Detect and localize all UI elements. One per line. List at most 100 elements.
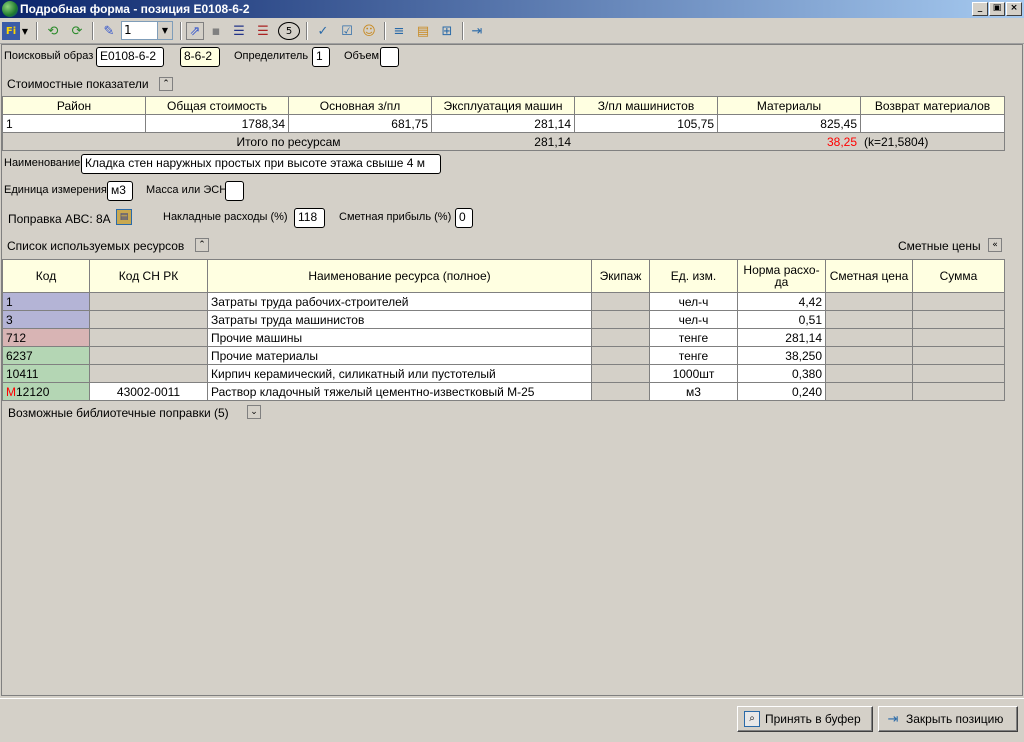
res-unit-cell[interactable]: тенге xyxy=(649,346,738,365)
res-name-cell[interactable]: Кирпич керамический, силикатный или пуст… xyxy=(207,364,592,383)
res-sum-cell[interactable] xyxy=(912,328,1005,347)
res-sum-cell[interactable] xyxy=(912,292,1005,311)
cost-data-row[interactable]: 1 1788,34 681,75 281,14 105,75 825,45 xyxy=(2,114,1005,133)
res-col-header[interactable]: Ед. изм. xyxy=(649,259,738,293)
cost-cell[interactable]: 281,14 xyxy=(431,114,575,133)
database-icon[interactable]: ≡ xyxy=(390,22,408,40)
profit-field[interactable]: 0 xyxy=(455,208,473,228)
cost-cell[interactable] xyxy=(860,114,1005,133)
chevron-down-icon[interactable]: ▼ xyxy=(157,22,172,39)
res-code-cell[interactable]: 10411 xyxy=(2,364,90,383)
res-unit-cell[interactable]: чел-ч xyxy=(649,310,738,329)
users-icon[interactable]: ☺ xyxy=(360,22,378,40)
res-col-header[interactable]: Сумма xyxy=(912,259,1005,293)
level-combo[interactable]: 1 ▼ xyxy=(121,21,173,40)
res-price-cell[interactable] xyxy=(825,382,913,401)
collapse-up-icon[interactable]: ⌃ xyxy=(195,238,209,252)
dropdown-arrow-icon[interactable]: ▼ xyxy=(20,22,30,40)
res-sum-cell[interactable] xyxy=(912,382,1005,401)
res-crew-cell[interactable] xyxy=(591,292,650,311)
cost-cell[interactable]: 681,75 xyxy=(288,114,432,133)
res-sum-cell[interactable] xyxy=(912,364,1005,383)
res-snrk-cell[interactable] xyxy=(89,364,208,383)
tree-icon[interactable]: ⊞ xyxy=(438,22,456,40)
form-icon[interactable]: Fi xyxy=(2,22,20,40)
comment-icon[interactable]: ▪ xyxy=(207,22,225,40)
res-col-header[interactable]: Сметная цена xyxy=(825,259,913,293)
pen-icon[interactable]: ✎ xyxy=(100,22,118,40)
library-book-icon[interactable]: ▤ xyxy=(116,209,132,225)
res-price-cell[interactable] xyxy=(825,328,913,347)
determinant-field[interactable]: 1 xyxy=(312,47,330,67)
res-name-cell[interactable]: Затраты труда рабочих-строителей xyxy=(207,292,592,311)
res-price-cell[interactable] xyxy=(825,346,913,365)
cost-cell[interactable]: 825,45 xyxy=(717,114,861,133)
accept-to-buffer-button[interactable]: ⌕ Принять в буфер xyxy=(737,706,873,732)
res-code-cell[interactable]: 3 xyxy=(2,310,90,329)
forward-arrow-icon[interactable]: ⟳ xyxy=(68,22,86,40)
search-field[interactable]: Е0108-6-2 xyxy=(96,47,164,67)
res-unit-cell[interactable]: 1000шт xyxy=(649,364,738,383)
restore-button[interactable]: ▣ xyxy=(989,2,1005,16)
overhead-field[interactable]: 118 xyxy=(294,208,325,228)
res-crew-cell[interactable] xyxy=(591,382,650,401)
res-unit-cell[interactable]: м3 xyxy=(649,382,738,401)
table-row[interactable]: 1 Затраты труда рабочих-строителей чел-ч 4,… xyxy=(2,292,1005,311)
res-code-cell[interactable]: М12120 xyxy=(2,382,90,401)
expand-down-icon[interactable]: ⌄ xyxy=(247,405,261,419)
res-norm-cell[interactable]: 281,14 xyxy=(737,328,826,347)
exit-icon[interactable]: ⇥ xyxy=(468,22,486,40)
res-crew-cell[interactable] xyxy=(591,364,650,383)
volume-field[interactable] xyxy=(380,47,399,67)
mass-field[interactable] xyxy=(225,181,244,201)
res-col-header[interactable]: Код xyxy=(2,259,90,293)
res-snrk-cell[interactable] xyxy=(89,328,208,347)
res-price-cell[interactable] xyxy=(825,364,913,383)
res-col-header[interactable]: Экипаж xyxy=(591,259,650,293)
collapse-left-icon[interactable]: « xyxy=(988,238,1002,252)
res-name-cell[interactable]: Затраты труда машинистов xyxy=(207,310,592,329)
close-window-button[interactable]: × xyxy=(1006,2,1022,16)
minimize-button[interactable]: _ xyxy=(972,2,988,16)
res-snrk-cell[interactable]: 43002-0011 xyxy=(89,382,208,401)
res-snrk-cell[interactable] xyxy=(89,310,208,329)
close-position-button[interactable]: ⇥ Закрыть позицию xyxy=(878,706,1018,732)
table-edit-icon[interactable]: ▤ xyxy=(414,22,432,40)
res-code-cell[interactable]: 1 xyxy=(2,292,90,311)
res-name-cell[interactable]: Раствор кладочный тяжелый цементно-извес… xyxy=(207,382,592,401)
res-norm-cell[interactable]: 4,42 xyxy=(737,292,826,311)
res-price-cell[interactable] xyxy=(825,292,913,311)
table-row[interactable]: 10411 Кирпич керамический, силикатный или… xyxy=(2,364,1005,383)
document-red-icon[interactable]: ☰ xyxy=(254,22,272,40)
res-norm-cell[interactable]: 0,240 xyxy=(737,382,826,401)
table-row[interactable]: 6237 Прочие материалы тенге 38,250 xyxy=(2,346,1005,365)
res-unit-cell[interactable]: тенге xyxy=(649,328,738,347)
collapse-up-icon[interactable]: ⌃ xyxy=(159,77,173,91)
res-crew-cell[interactable] xyxy=(591,310,650,329)
res-norm-cell[interactable]: 0,51 xyxy=(737,310,826,329)
res-code-cell[interactable]: 712 xyxy=(2,328,90,347)
res-sum-cell[interactable] xyxy=(912,310,1005,329)
res-snrk-cell[interactable] xyxy=(89,292,208,311)
unit-field[interactable]: м3 xyxy=(107,181,133,201)
table-row[interactable]: М12120 43002-0011 Раствор кладочный тяжелы… xyxy=(2,382,1005,401)
circle-number-icon[interactable]: 5 xyxy=(278,22,300,40)
res-norm-cell[interactable]: 0,380 xyxy=(737,364,826,383)
res-col-header[interactable]: Код СН РК xyxy=(89,259,208,293)
res-snrk-cell[interactable] xyxy=(89,346,208,365)
cost-cell[interactable]: 1788,34 xyxy=(145,114,289,133)
document-list-icon[interactable]: ☰ xyxy=(230,22,248,40)
back-arrow-icon[interactable]: ⟲ xyxy=(44,22,62,40)
res-unit-cell[interactable]: чел-ч xyxy=(649,292,738,311)
res-norm-cell[interactable]: 38,250 xyxy=(737,346,826,365)
res-col-header[interactable]: Наименование ресурса (полное) xyxy=(207,259,592,293)
check-chart-icon[interactable]: ✓ xyxy=(314,22,332,40)
res-sum-cell[interactable] xyxy=(912,346,1005,365)
code-field[interactable]: 8-6-2 xyxy=(180,47,220,67)
res-price-cell[interactable] xyxy=(825,310,913,329)
table-row[interactable]: 3 Затраты труда машинистов чел-ч 0,51 xyxy=(2,310,1005,329)
res-col-header[interactable]: Норма расхо-да xyxy=(737,259,826,293)
cost-cell[interactable]: 105,75 xyxy=(574,114,718,133)
pointer-icon[interactable]: ⇗ xyxy=(186,22,204,40)
res-crew-cell[interactable] xyxy=(591,328,650,347)
